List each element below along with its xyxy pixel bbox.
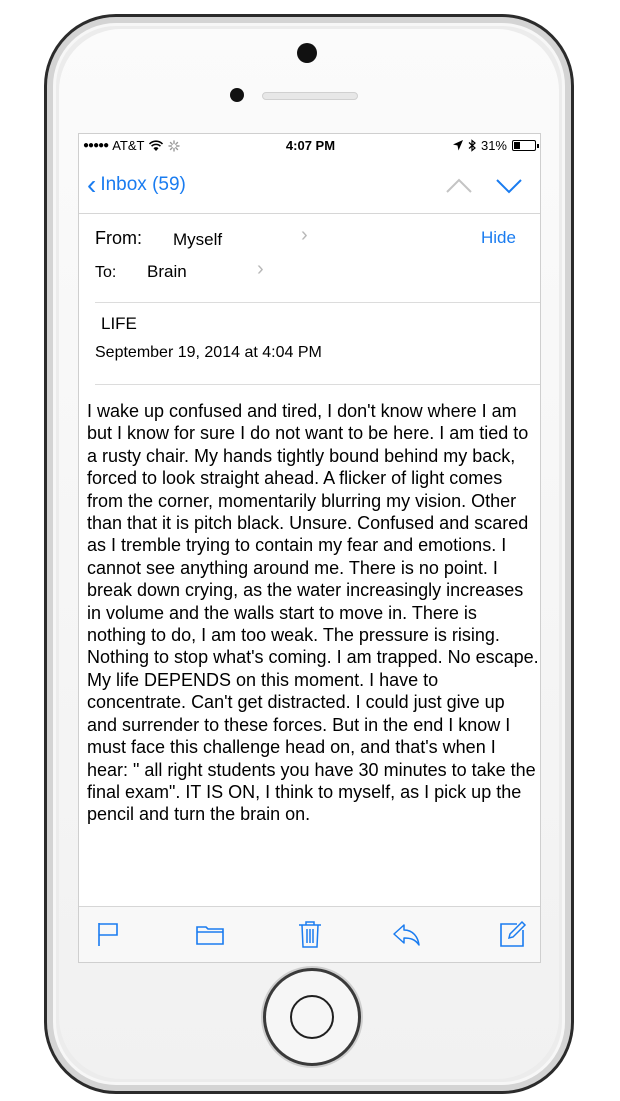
trash-icon[interactable] (295, 919, 325, 949)
location-arrow-icon (452, 140, 463, 151)
chevron-left-icon: ‹ (87, 169, 97, 200)
email-date: September 19, 2014 at 4:04 PM (95, 344, 322, 361)
chevron-up-icon[interactable] (445, 176, 473, 196)
email-subject: LIFE (101, 314, 137, 333)
to-value[interactable]: Brain (147, 262, 187, 282)
compose-icon[interactable] (497, 919, 527, 949)
chevron-right-icon: › (301, 224, 308, 246)
flag-icon[interactable] (93, 919, 123, 949)
hide-button[interactable]: Hide (481, 228, 516, 248)
chevron-right-icon: › (257, 258, 264, 280)
from-value[interactable]: Myself (173, 230, 222, 250)
battery-fill (514, 142, 521, 149)
home-button-ring (290, 995, 334, 1039)
battery-icon (512, 140, 539, 151)
chevron-down-icon[interactable] (495, 176, 523, 196)
bottom-toolbar (79, 906, 540, 962)
back-to-inbox-button[interactable]: ‹ Inbox (59) (87, 169, 186, 200)
status-bar: ●●●●● AT&T 4:07 PM 31% (79, 134, 540, 156)
back-label: Inbox (59) (100, 174, 186, 195)
battery-percent: 31% (480, 138, 507, 153)
proximity-sensor (230, 88, 244, 102)
folder-icon[interactable] (195, 919, 225, 949)
nav-bar: ‹ Inbox (59) (79, 164, 540, 214)
to-label: To: (95, 264, 117, 281)
bluetooth-icon (468, 139, 476, 152)
reply-icon[interactable] (391, 919, 421, 949)
screen: ●●●●● AT&T 4:07 PM 31% ‹ Inbox (59) From… (78, 133, 541, 963)
body-divider (95, 384, 540, 385)
earpiece-speaker (262, 92, 358, 100)
front-camera (297, 43, 317, 63)
header-divider (95, 302, 540, 303)
from-label: From: (95, 228, 142, 248)
email-body: I wake up confused and tired, I don't kn… (87, 401, 539, 825)
status-right: 31% (452, 138, 539, 153)
home-button[interactable] (263, 968, 361, 1066)
